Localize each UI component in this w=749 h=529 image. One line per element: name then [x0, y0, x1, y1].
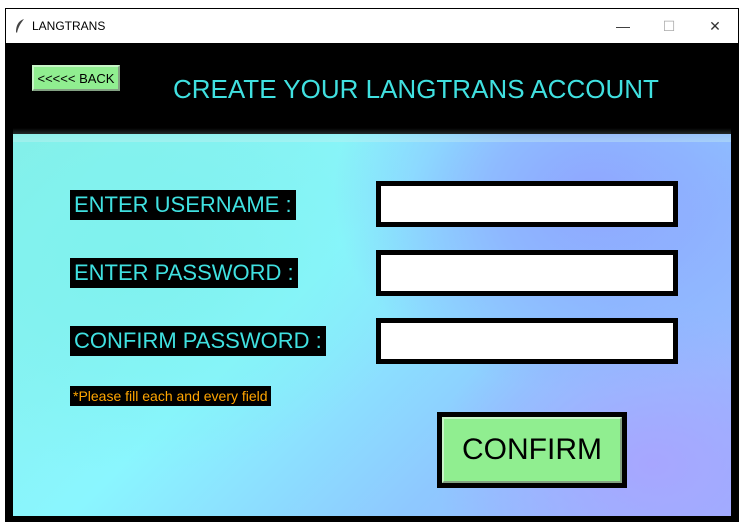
background-fog [13, 128, 731, 142]
confirm-password-input[interactable] [381, 323, 673, 359]
window-title: LANGTRANS [32, 19, 106, 33]
username-input[interactable] [381, 186, 673, 222]
username-field-frame [376, 181, 678, 227]
password-field-frame [376, 250, 678, 296]
header-banner: <<<<< BACK CREATE YOUR LANGTRANS ACCOUNT [13, 44, 731, 134]
confirm-button[interactable]: CONFIRM [442, 417, 622, 483]
page-title: CREATE YOUR LANGTRANS ACCOUNT [173, 74, 659, 104]
maximize-button[interactable]: ☐ [646, 9, 692, 43]
password-label: ENTER PASSWORD : [70, 258, 298, 288]
password-input[interactable] [381, 255, 673, 291]
confirm-button-frame: CONFIRM [437, 412, 627, 488]
confirm-password-label: CONFIRM PASSWORD : [70, 326, 326, 356]
feather-icon [16, 19, 24, 33]
app-window: LANGTRANS — ☐ ✕ <<<<< BACK CREATE YOUR L… [5, 8, 739, 522]
minimize-button[interactable]: — [600, 9, 646, 43]
form-panel: ENTER USERNAME : ENTER PASSWORD : CONFIR… [13, 128, 731, 516]
username-label: ENTER USERNAME : [70, 190, 296, 220]
title-bar[interactable]: LANGTRANS — ☐ ✕ [6, 9, 738, 43]
validation-hint: *Please fill each and every field [70, 386, 271, 406]
close-button[interactable]: ✕ [692, 9, 738, 43]
back-button[interactable]: <<<<< BACK [32, 65, 120, 91]
confirm-password-field-frame [376, 318, 678, 364]
